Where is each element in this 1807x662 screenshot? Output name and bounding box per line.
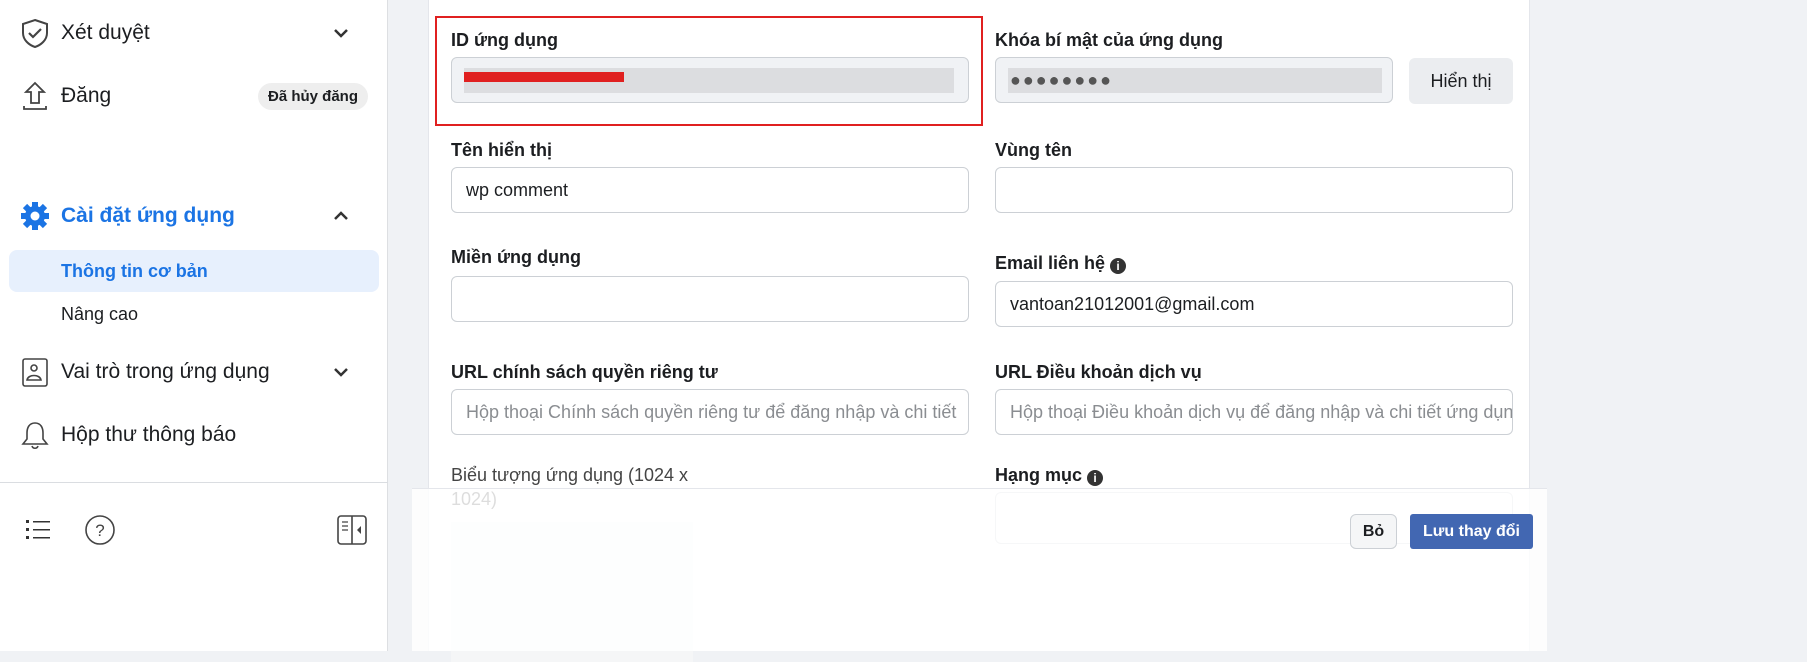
display-name-input[interactable]: wp comment bbox=[451, 167, 969, 213]
help-icon[interactable]: ? bbox=[83, 513, 117, 547]
chevron-up-icon[interactable] bbox=[330, 205, 352, 227]
app-secret-field[interactable]: ●●●●●●●● bbox=[995, 57, 1393, 103]
sidebar-item-app-settings[interactable]: Cài đặt ứng dụng bbox=[0, 199, 388, 233]
info-icon[interactable]: i bbox=[1110, 258, 1127, 274]
contact-email-label: Email liên hệ i bbox=[995, 253, 1127, 274]
sidebar-subitem-basic-info[interactable]: Thông tin cơ bản bbox=[9, 250, 379, 292]
show-secret-button[interactable]: Hiển thị bbox=[1409, 58, 1513, 104]
app-id-label: ID ứng dụng bbox=[451, 30, 559, 50]
discard-button[interactable]: Bỏ bbox=[1350, 514, 1397, 549]
shield-check-icon bbox=[22, 18, 48, 49]
save-changes-button[interactable]: Lưu thay đổi bbox=[1410, 514, 1533, 549]
display-name-label: Tên hiển thị bbox=[451, 140, 552, 160]
id-card-icon bbox=[22, 358, 48, 387]
chevron-down-icon[interactable] bbox=[330, 361, 352, 383]
divider bbox=[0, 482, 388, 483]
tos-url-label: URL Điều khoản dịch vụ bbox=[995, 362, 1202, 382]
sidebar-item-app-roles[interactable]: Vai trò trong ứng dụng bbox=[0, 355, 388, 389]
gear-icon bbox=[21, 202, 49, 230]
collapse-sidebar-icon[interactable] bbox=[336, 513, 368, 547]
privacy-url-label: URL chính sách quyền riêng tư bbox=[451, 362, 718, 382]
contact-email-input[interactable]: vantoan21012001@gmail.com bbox=[995, 281, 1513, 327]
sidebar-subitem-advanced[interactable]: Nâng cao bbox=[9, 293, 379, 335]
namespace-input[interactable] bbox=[995, 167, 1513, 213]
category-label: Hạng mục i bbox=[995, 465, 1104, 486]
sidebar-item-review[interactable]: Xét duyệt bbox=[0, 16, 388, 50]
status-badge: Đã hủy đăng bbox=[258, 82, 369, 110]
save-bar: Bỏ Lưu thay đổi bbox=[412, 488, 1547, 651]
sidebar-item-publish[interactable]: Đăng Đã hủy đăng bbox=[0, 79, 388, 113]
list-icon[interactable] bbox=[24, 516, 52, 544]
sidebar: Xét duyệt Đăng Đã hủy đăng Cài đặt ứng d… bbox=[0, 0, 388, 651]
app-secret-label: Khóa bí mật của ứng dụng bbox=[995, 30, 1224, 50]
app-domains-input[interactable] bbox=[451, 276, 969, 322]
privacy-url-input[interactable]: Hộp thoại Chính sách quyền riêng tư để đ… bbox=[451, 389, 969, 435]
info-icon[interactable]: i bbox=[1087, 470, 1104, 486]
sidebar-item-notifications[interactable]: Hộp thư thông báo bbox=[0, 418, 388, 452]
chevron-down-icon[interactable] bbox=[330, 22, 352, 44]
namespace-label: Vùng tên bbox=[995, 140, 1072, 160]
svg-text:?: ? bbox=[95, 521, 104, 540]
tos-url-input[interactable]: Hộp thoại Điều khoản dịch vụ để đăng nhậ… bbox=[995, 389, 1513, 435]
redaction-bar bbox=[464, 72, 624, 82]
upload-icon bbox=[23, 81, 47, 110]
app-domains-label: Miền ứng dụng bbox=[451, 247, 582, 267]
app-id-field[interactable] bbox=[451, 57, 969, 103]
bell-icon bbox=[21, 422, 49, 450]
